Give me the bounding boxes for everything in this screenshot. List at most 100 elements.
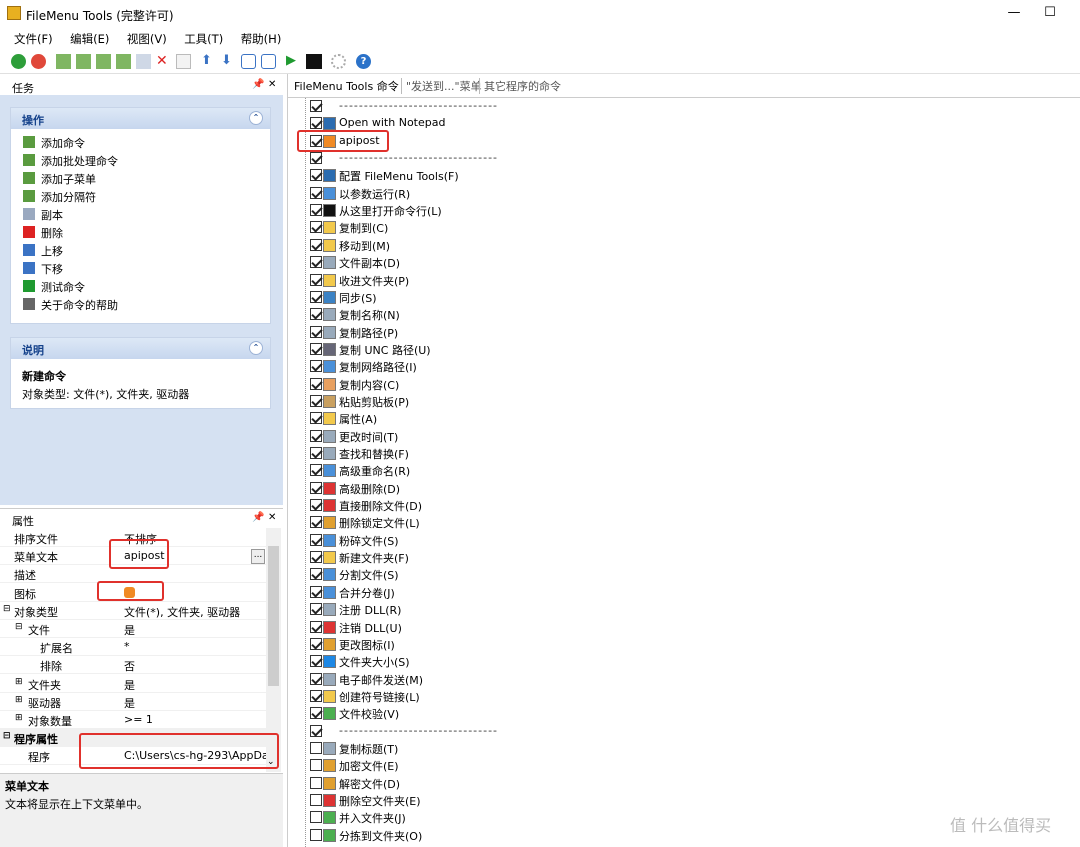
expand-icon[interactable]	[241, 54, 256, 69]
command-checkbox[interactable]	[310, 568, 322, 581]
command-checkbox[interactable]	[310, 117, 322, 130]
tab-other-programs[interactable]: 其它程序的命令	[479, 78, 561, 94]
property-row[interactable]: 扩展名 *	[0, 638, 266, 657]
command-checkbox[interactable]	[310, 342, 322, 355]
command-checkbox[interactable]	[310, 603, 322, 616]
command-checkbox[interactable]	[310, 707, 322, 720]
scroll-thumb[interactable]	[268, 546, 279, 686]
command-checkbox[interactable]	[310, 360, 322, 373]
property-value[interactable]: *	[124, 640, 266, 653]
command-checkbox[interactable]	[310, 169, 322, 182]
property-value[interactable]: 否	[124, 658, 266, 674]
property-row[interactable]: ⊞ 驱动器 是	[0, 693, 266, 711]
command-checkbox[interactable]	[310, 533, 322, 546]
move-down-icon	[23, 262, 35, 274]
close-icon[interactable]: ✕	[268, 512, 276, 523]
expand-toggle-icon[interactable]: ⊟	[3, 604, 11, 614]
move-up-icon[interactable]: ⬆	[201, 54, 216, 69]
property-row[interactable]: ⊞ 对象数量 >= 1	[0, 711, 266, 729]
collapse-icon[interactable]: ⌃	[249, 341, 263, 355]
tab-filemenu-commands[interactable]: FileMenu Tools 命令	[294, 78, 399, 94]
collapse-icon[interactable]: ⌃	[249, 111, 263, 125]
command-checkbox[interactable]	[310, 447, 322, 459]
menu-tools[interactable]: 工具(T)	[184, 27, 223, 47]
command-checkbox[interactable]	[310, 551, 322, 564]
add-command-icon[interactable]	[56, 54, 71, 69]
property-value[interactable]: 是	[124, 622, 266, 638]
minimize-button[interactable]: —	[1004, 4, 1024, 22]
property-row[interactable]: ⊟ 对象类型 文件(*), 文件夹, 驱动器	[0, 602, 266, 620]
command-checkbox[interactable]	[310, 481, 322, 494]
command-checkbox[interactable]	[310, 672, 322, 685]
command-checkbox[interactable]	[310, 620, 322, 633]
menu-edit[interactable]: 编辑(E)	[70, 27, 109, 47]
operations-header[interactable]: 操作 ⌃	[11, 108, 270, 129]
command-checkbox[interactable]	[310, 464, 322, 477]
property-value[interactable]: 是	[124, 695, 266, 711]
settings-icon[interactable]	[331, 54, 346, 69]
apply-icon[interactable]	[11, 54, 26, 69]
ellipsis-button[interactable]: ...	[251, 549, 265, 564]
command-checkbox[interactable]	[310, 238, 322, 251]
command-checkbox[interactable]	[310, 308, 322, 321]
delete-icon[interactable]: ✕	[156, 54, 171, 69]
console-icon[interactable]	[306, 54, 322, 69]
command-checkbox[interactable]	[310, 811, 322, 824]
help-icon[interactable]: ?	[356, 54, 371, 69]
copy-icon[interactable]	[136, 54, 151, 69]
property-row[interactable]: ⊟ 文件 是	[0, 620, 266, 638]
expand-toggle-icon[interactable]: ⊟	[15, 622, 23, 632]
run-icon[interactable]: ▶	[286, 54, 301, 69]
expand-toggle-icon[interactable]: ⊞	[15, 677, 23, 687]
command-checkbox[interactable]	[310, 377, 322, 390]
menu-help[interactable]: 帮助(H)	[241, 27, 282, 47]
command-checkbox[interactable]	[310, 429, 322, 442]
close-icon[interactable]: ✕	[268, 79, 276, 90]
command-checkbox[interactable]	[310, 724, 322, 737]
command-checkbox[interactable]	[310, 256, 322, 269]
pin-icon[interactable]: 📌	[252, 512, 264, 523]
command-checkbox[interactable]	[310, 325, 322, 338]
menu-file[interactable]: 文件(F)	[14, 27, 53, 47]
command-checkbox[interactable]	[310, 689, 322, 702]
command-checkbox[interactable]	[310, 741, 322, 754]
command-checkbox[interactable]	[310, 152, 322, 165]
property-value[interactable]: 是	[124, 677, 266, 693]
property-row[interactable]: 排除 否	[0, 656, 266, 675]
command-checkbox[interactable]	[310, 585, 322, 598]
property-value[interactable]: >= 1	[124, 713, 266, 726]
properties-icon[interactable]	[176, 54, 191, 69]
tab-sendto-menu[interactable]: "发送到..."菜单	[401, 78, 482, 94]
property-value[interactable]: 文件(*), 文件夹, 驱动器	[124, 604, 266, 620]
command-checkbox[interactable]	[310, 776, 322, 789]
command-checkbox[interactable]	[310, 655, 322, 668]
command-checkbox[interactable]	[310, 290, 322, 303]
expand-toggle-icon[interactable]: ⊞	[15, 695, 23, 705]
cancel-icon[interactable]	[31, 54, 46, 69]
add-batch-icon[interactable]	[76, 54, 91, 69]
command-checkbox[interactable]	[310, 516, 322, 529]
command-checkbox[interactable]	[310, 828, 322, 841]
command-checkbox[interactable]	[310, 759, 322, 772]
pin-icon[interactable]: 📌	[252, 79, 264, 90]
description-header[interactable]: 说明 ⌃	[11, 338, 270, 359]
expand-toggle-icon[interactable]: ⊞	[15, 713, 23, 723]
command-checkbox[interactable]	[310, 221, 322, 234]
command-checkbox[interactable]	[310, 186, 322, 199]
expand-toggle-icon[interactable]: ⊟	[3, 731, 11, 741]
move-down-icon[interactable]: ⬇	[221, 54, 236, 69]
add-submenu-icon[interactable]	[96, 54, 111, 69]
property-row[interactable]: ⊞ 文件夹 是	[0, 675, 266, 693]
command-checkbox[interactable]	[310, 499, 322, 512]
add-separator-icon[interactable]	[116, 54, 131, 69]
command-checkbox[interactable]	[310, 273, 322, 286]
collapse-icon[interactable]	[261, 54, 276, 69]
command-checkbox[interactable]	[310, 100, 322, 112]
maximize-button[interactable]: ☐	[1040, 4, 1060, 22]
menu-view[interactable]: 视图(V)	[127, 27, 167, 47]
command-checkbox[interactable]	[310, 204, 322, 217]
command-checkbox[interactable]	[310, 794, 322, 806]
command-checkbox[interactable]	[310, 637, 322, 650]
command-checkbox[interactable]	[310, 394, 322, 407]
command-checkbox[interactable]	[310, 412, 322, 425]
